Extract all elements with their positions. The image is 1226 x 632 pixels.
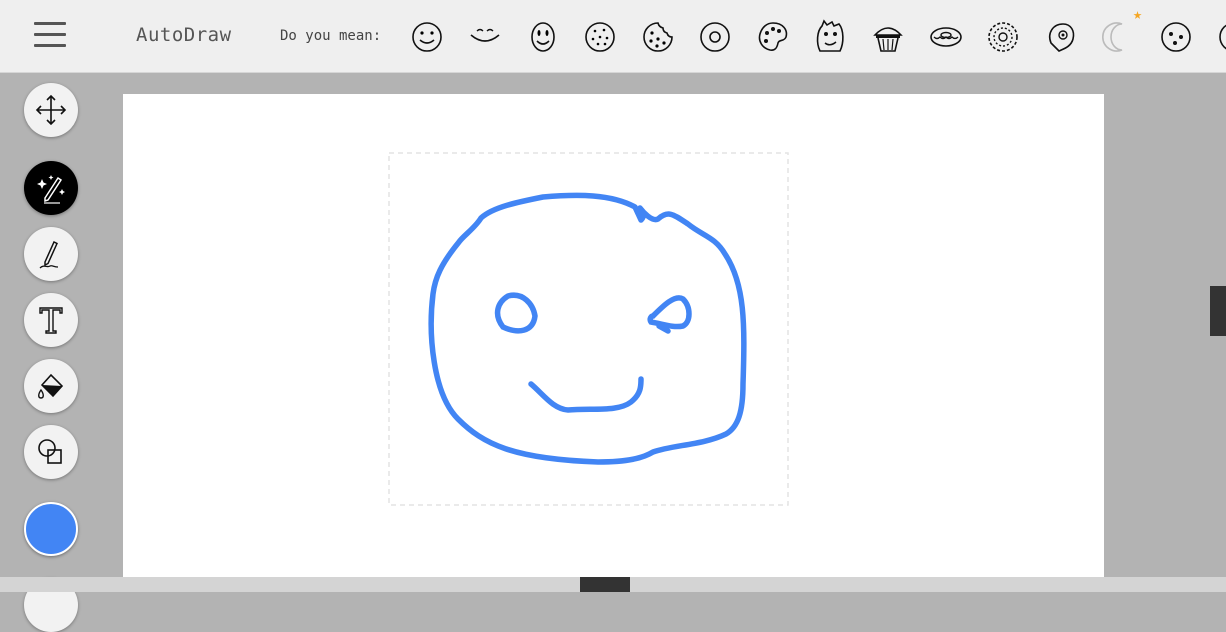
drawing-canvas[interactable] — [123, 94, 1104, 577]
top-bar: AutoDraw Do you mean: ★ — [0, 0, 1226, 73]
suggestion-monster-icon[interactable] — [810, 17, 850, 57]
sketch-left-eye — [494, 292, 538, 334]
suggestion-face-profile-icon[interactable] — [1041, 17, 1081, 57]
suggestion-button-icon[interactable] — [1156, 17, 1196, 57]
shapes-icon — [38, 439, 62, 464]
select-tool-button[interactable] — [24, 83, 78, 137]
suggestion-face-icon[interactable] — [523, 17, 563, 57]
suggestion-flower-icon[interactable] — [983, 17, 1023, 57]
suggestion-smiley-icon[interactable] — [407, 17, 447, 57]
sketch-drawing — [388, 152, 789, 506]
canvas-resize-handle-right[interactable] — [1210, 286, 1226, 336]
selection-box — [388, 152, 789, 506]
pencil-icon — [39, 240, 59, 269]
suggestion-cupcake-icon[interactable] — [868, 17, 908, 57]
suggestion-cookie-bite-icon[interactable] — [638, 17, 678, 57]
suggestion-palette-icon[interactable] — [753, 17, 793, 57]
type-tool-button[interactable] — [24, 293, 78, 347]
canvas-resize-handle-bottom[interactable] — [580, 577, 630, 592]
fill-tool-button[interactable] — [24, 359, 78, 413]
suggestion-moon-icon[interactable] — [1098, 17, 1138, 57]
suggestions-label: Do you mean: — [280, 28, 382, 44]
menu-icon[interactable] — [34, 22, 66, 50]
suggestion-donut-icon[interactable] — [695, 17, 735, 57]
app-title: AutoDraw — [136, 24, 232, 46]
draw-tool-button[interactable] — [24, 227, 78, 281]
suggestion-partial-icon[interactable] — [1214, 17, 1226, 57]
sketch-outline — [428, 192, 747, 465]
shape-tool-button[interactable] — [24, 425, 78, 479]
autodraw-tool-button[interactable] — [24, 161, 78, 215]
text-t-icon — [39, 307, 63, 334]
move-arrows-icon — [35, 94, 67, 126]
paint-bucket-icon — [38, 373, 64, 399]
star-icon: ★ — [1133, 5, 1143, 23]
suggestion-smile-icon[interactable] — [465, 17, 505, 57]
suggestion-cookie-icon[interactable] — [580, 17, 620, 57]
magic-pencil-icon — [37, 175, 65, 204]
color-picker-button[interactable] — [24, 502, 78, 556]
sketch-right-eye — [647, 295, 692, 334]
sketch-mouth — [528, 376, 644, 413]
suggestion-donut-side-icon[interactable] — [926, 17, 966, 57]
